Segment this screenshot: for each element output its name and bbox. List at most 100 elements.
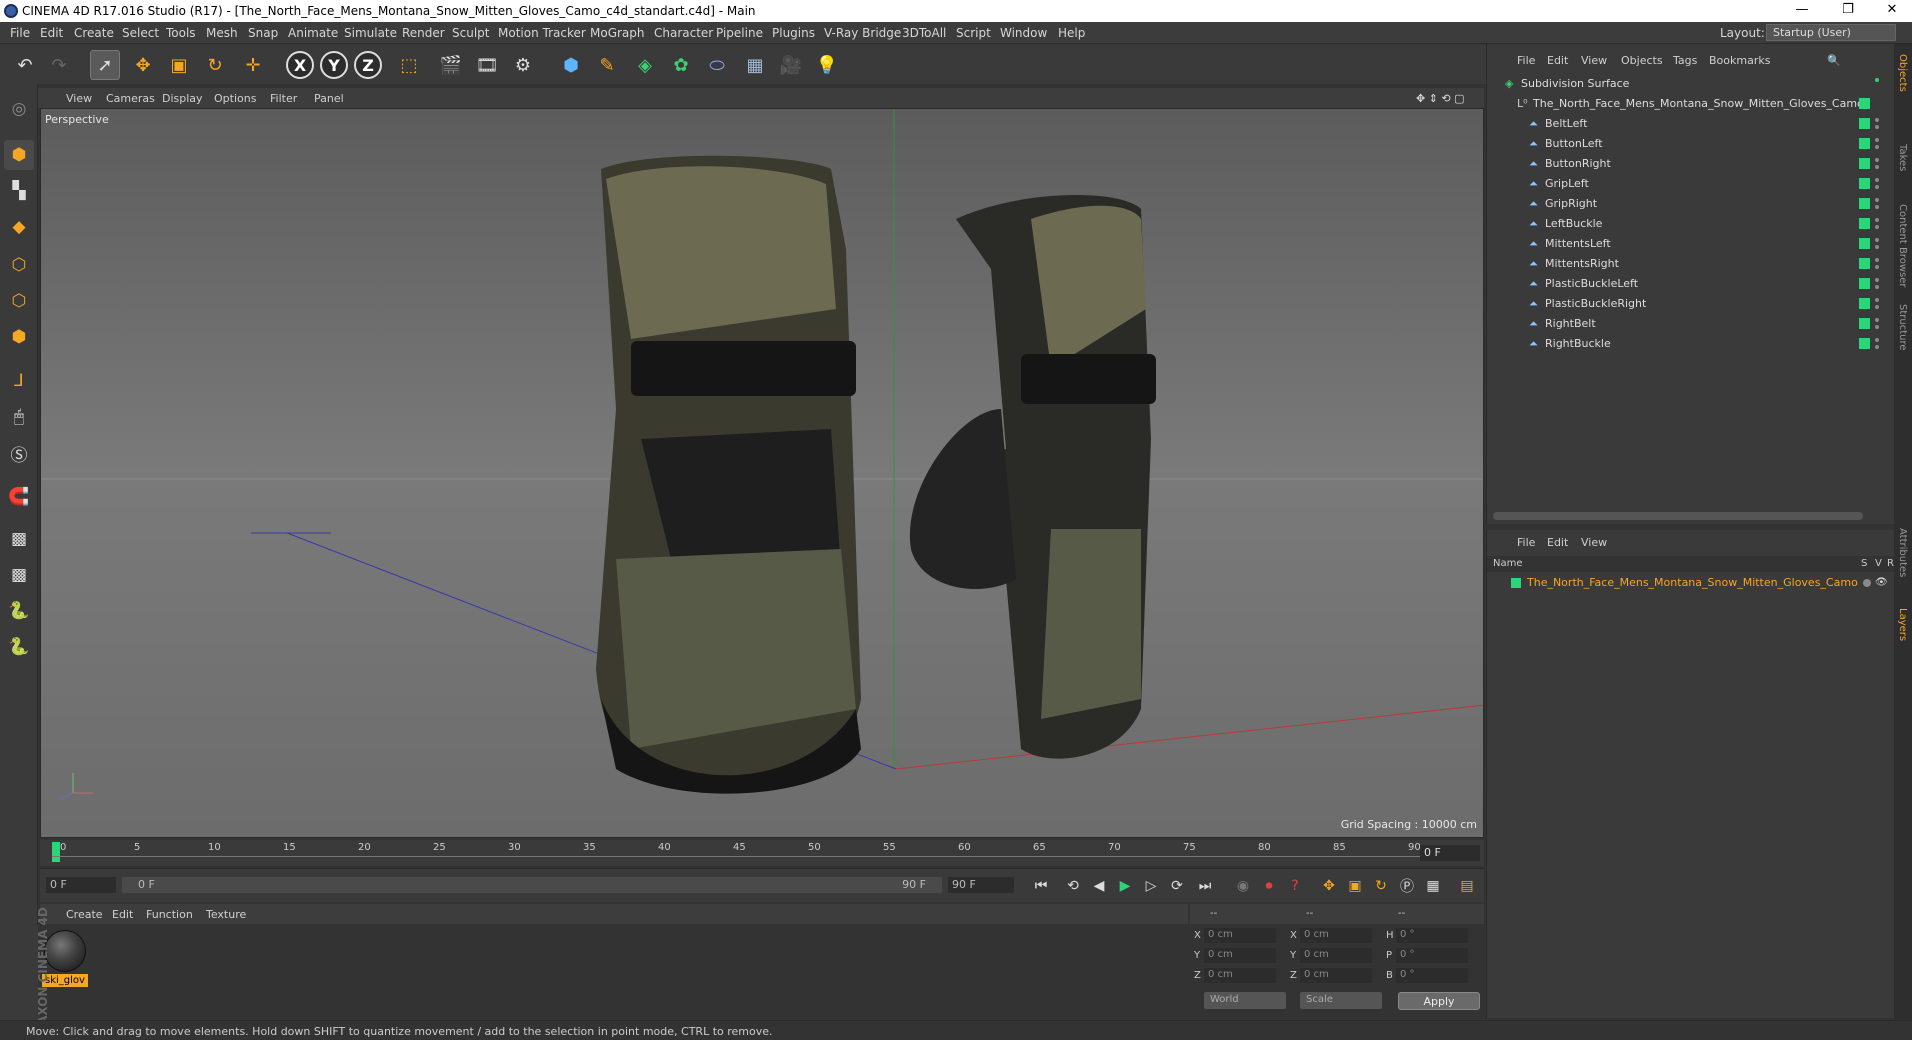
layer-solo-dot[interactable] (1863, 579, 1871, 587)
visibility-dot[interactable] (1875, 258, 1879, 262)
visibility-dot[interactable] (1875, 118, 1879, 122)
viewport-menu-filter[interactable]: Filter (270, 92, 297, 105)
object-row-child[interactable]: ⏶ PlasticBuckleLeft (1487, 274, 1879, 294)
menu-edit[interactable]: Edit (40, 26, 63, 40)
menu-mograph[interactable]: MoGraph (590, 26, 645, 40)
deformer-icon[interactable]: ⬭ (702, 50, 732, 80)
planar-workplane-icon[interactable]: ▩ (4, 560, 34, 590)
om-menu-view[interactable]: View (1581, 54, 1607, 67)
tab-structure[interactable]: Structure (1897, 304, 1908, 351)
snap-icon[interactable]: 🧲 (4, 482, 34, 512)
render-view-icon[interactable]: 🎬 (436, 50, 466, 80)
menu-script[interactable]: Script (956, 26, 991, 40)
menu-select[interactable]: Select (122, 26, 159, 40)
lock-workplane-icon[interactable]: ▩ (4, 524, 34, 554)
object-row-child[interactable]: ⏶ GripLeft (1487, 174, 1879, 194)
close-button[interactable]: ✕ (1872, 2, 1912, 17)
key-rotation-icon[interactable]: ↻ (1370, 875, 1392, 897)
layer-color-swatch[interactable] (1511, 578, 1521, 588)
render-dot[interactable] (1875, 285, 1879, 289)
timeline-window-icon[interactable]: ▤ (1456, 875, 1478, 897)
menu-sculpt[interactable]: Sculpt (452, 26, 489, 40)
floor-icon[interactable]: ▦ (740, 50, 770, 80)
y-axis-lock-button[interactable]: Y (320, 51, 348, 79)
undo-icon[interactable]: ↶ (10, 50, 40, 80)
om-menu-edit[interactable]: Edit (1547, 54, 1568, 67)
menu-snap[interactable]: Snap (248, 26, 278, 40)
next-frame-icon[interactable]: ▷ (1140, 875, 1162, 897)
material-menu-create[interactable]: Create (66, 908, 103, 921)
go-to-start-icon[interactable]: ⏮ (1030, 875, 1052, 897)
solo-mode-icon[interactable]: Ⓢ (4, 438, 34, 468)
visibility-dot[interactable] (1875, 218, 1879, 222)
render-dot[interactable] (1875, 145, 1879, 149)
cube-primitive-icon[interactable]: ⬢ (556, 50, 586, 80)
layer-eye-icon[interactable]: 👁 (1875, 577, 1888, 588)
size-x-field[interactable]: 0 cm (1300, 928, 1372, 943)
menu-motion-tracker[interactable]: Motion Tracker (498, 26, 586, 40)
object-row-child[interactable]: ⏶ RightBuckle (1487, 334, 1879, 354)
object-row-child[interactable]: ⏶ GripRight (1487, 194, 1879, 214)
playhead[interactable] (52, 842, 60, 862)
menu-simulate[interactable]: Simulate (344, 26, 397, 40)
om-menu-bookmarks[interactable]: Bookmarks (1709, 54, 1770, 67)
menu-pipeline[interactable]: Pipeline (716, 26, 763, 40)
tab-content-browser[interactable]: Content Browser (1897, 204, 1908, 287)
render-dot[interactable] (1875, 245, 1879, 249)
visibility-dot[interactable] (1875, 198, 1879, 202)
visibility-dot[interactable] (1875, 318, 1879, 322)
rotate-tool-icon[interactable]: ↻ (200, 50, 230, 80)
python-script-icon[interactable]: 🐍 (4, 596, 34, 626)
render-dot[interactable] (1875, 225, 1879, 229)
tab-layers[interactable]: Layers (1897, 608, 1908, 641)
texture-mode-icon[interactable]: ▚ (4, 176, 34, 206)
material-menu-edit[interactable]: Edit (112, 908, 133, 921)
model-mode-icon[interactable]: ⬢ (4, 140, 34, 170)
menu-file[interactable]: File (10, 26, 30, 40)
render-dot[interactable] (1875, 345, 1879, 349)
current-frame-field[interactable]: 0 F (1420, 845, 1480, 861)
menu-character[interactable]: Character (654, 26, 713, 40)
menu-mesh[interactable]: Mesh (206, 26, 238, 40)
size-mode-select[interactable]: Scale (1300, 992, 1382, 1009)
menu-tools[interactable]: Tools (166, 26, 196, 40)
x-axis-lock-button[interactable]: X (286, 51, 314, 79)
layer-row[interactable]: The_North_Face_Mens_Montana_Snow_Mitten_… (1487, 574, 1895, 592)
object-row-child[interactable]: ⏶ MittentsRight (1487, 254, 1879, 274)
light-icon[interactable]: 💡 (812, 50, 842, 80)
visibility-dot[interactable] (1875, 178, 1879, 182)
object-row-child[interactable]: ⏶ ButtonLeft (1487, 134, 1879, 154)
play-icon[interactable]: ▶ (1114, 875, 1136, 897)
viewport-menu-display[interactable]: Display (162, 92, 203, 105)
rotation-h-field[interactable]: 0 ° (1396, 928, 1468, 943)
menu-render[interactable]: Render (402, 26, 445, 40)
coordinate-system-icon[interactable]: ⬚ (394, 50, 424, 80)
subdivision-surface-icon[interactable]: ◈ (630, 50, 660, 80)
render-dot[interactable] (1875, 265, 1879, 269)
object-row-child[interactable]: ⏶ BeltLeft (1487, 114, 1879, 134)
viewport-menu-view[interactable]: View (66, 92, 92, 105)
render-dot[interactable] (1875, 125, 1879, 129)
viewport-menu-cameras[interactable]: Cameras (106, 92, 155, 105)
coordinate-mode-select[interactable]: World (1204, 992, 1286, 1009)
position-x-field[interactable]: 0 cm (1204, 928, 1276, 943)
render-dot[interactable] (1875, 185, 1879, 189)
key-parameter-icon[interactable]: Ⓟ (1396, 875, 1418, 897)
minimize-button[interactable]: — (1782, 2, 1822, 17)
menu-animate[interactable]: Animate (288, 26, 338, 40)
key-position-icon[interactable]: ✥ (1318, 875, 1340, 897)
render-dot[interactable] (1875, 305, 1879, 309)
edges-mode-icon[interactable]: ⬡ (4, 286, 34, 316)
material-thumbnail[interactable] (44, 930, 86, 972)
restore-button[interactable]: ❐ (1828, 2, 1868, 17)
layout-select[interactable]: Startup (User) (1766, 24, 1896, 41)
lm-menu-edit[interactable]: Edit (1547, 536, 1568, 549)
visibility-dot[interactable] (1875, 158, 1879, 162)
keyframe-selection-icon[interactable]: ? (1284, 875, 1306, 897)
menu-create[interactable]: Create (74, 26, 114, 40)
tab-objects[interactable]: Objects (1897, 54, 1908, 92)
previous-frame-icon[interactable]: ◀ (1088, 875, 1110, 897)
viewport-menu-panel[interactable]: Panel (314, 92, 344, 105)
visibility-dot[interactable] (1875, 278, 1879, 282)
cloner-icon[interactable]: ✿ (666, 50, 696, 80)
